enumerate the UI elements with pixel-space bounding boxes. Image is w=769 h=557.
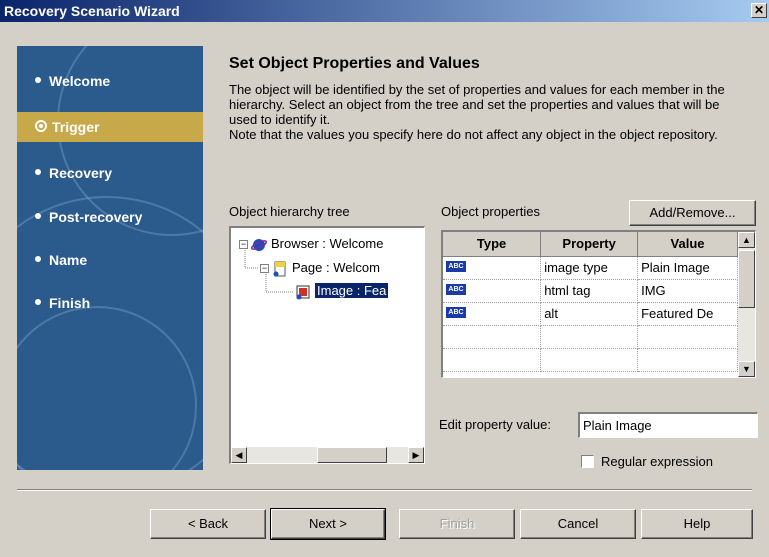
column-header-property[interactable]: Property (540, 232, 639, 257)
collapse-icon[interactable]: − (239, 240, 248, 250)
bullet-icon (35, 299, 41, 306)
regex-checkbox[interactable] (581, 455, 594, 468)
tree-node-label-selected: Image : Fea (315, 283, 389, 298)
finish-button[interactable]: Finish (399, 509, 515, 539)
table-row[interactable]: ABC alt Featured De (443, 302, 738, 326)
page-description: The object will be identified by the set… (229, 82, 749, 142)
regex-checkbox-label[interactable]: Regular expression (601, 454, 713, 469)
description-text: The object will be identified by the set… (229, 82, 725, 127)
column-header-value[interactable]: Value (637, 232, 738, 257)
footer-divider (17, 489, 752, 491)
add-remove-button[interactable]: Add/Remove... (629, 200, 756, 226)
value-cell: Featured De (637, 302, 738, 326)
tree-node-page[interactable]: − Page : Welcom (260, 260, 380, 277)
tree-node-image[interactable]: Image : Fea (295, 283, 389, 300)
scroll-up-arrow-icon[interactable]: ▲ (738, 232, 755, 248)
bullet-icon (35, 169, 41, 176)
bullet-icon (35, 213, 41, 220)
bullet-icon (35, 77, 41, 84)
page-title: Set Object Properties and Values (229, 55, 480, 72)
step-label: Finish (49, 295, 91, 311)
scroll-thumb[interactable] (317, 447, 387, 463)
string-type-icon: ABC (446, 284, 466, 295)
property-cell: image type (540, 256, 639, 280)
step-label: Post-recovery (49, 209, 143, 225)
step-label: Recovery (49, 165, 113, 181)
collapse-icon[interactable]: − (260, 264, 269, 274)
wizard-steps-panel: Welcome Trigger Recovery Post-recovery N… (17, 46, 203, 470)
step-label: Welcome (49, 73, 111, 89)
scroll-left-arrow-icon[interactable]: ◀ (231, 447, 247, 463)
type-cell: ABC (443, 302, 542, 326)
step-trigger: Trigger (17, 112, 203, 142)
scroll-right-arrow-icon[interactable]: ▶ (408, 447, 424, 463)
tree-node-label: Browser : Welcome (271, 236, 384, 251)
scroll-down-arrow-icon[interactable]: ▼ (738, 361, 755, 377)
description-note: Note that the values you specify here do… (229, 127, 718, 142)
table-row[interactable]: ABC html tag IMG (443, 279, 738, 303)
current-step-icon (35, 120, 47, 133)
string-type-icon: ABC (446, 261, 466, 272)
tree-label: Object hierarchy tree (229, 204, 350, 219)
window-title: Recovery Scenario Wizard (4, 3, 180, 19)
edit-value-input[interactable] (578, 412, 758, 438)
back-button[interactable]: < Back (150, 509, 266, 539)
step-label: Name (49, 252, 88, 268)
step-post-recovery: Post-recovery (17, 202, 203, 232)
step-label: Trigger (52, 119, 100, 135)
scroll-thumb[interactable] (738, 250, 755, 308)
table-row-empty (443, 325, 738, 349)
title-bar: Recovery Scenario Wizard ✕ (0, 0, 769, 22)
column-header-type[interactable]: Type (443, 232, 542, 257)
browser-icon (251, 238, 267, 251)
value-cell: IMG (637, 279, 738, 303)
properties-label: Object properties (441, 204, 540, 219)
string-type-icon: ABC (446, 307, 466, 318)
grid-vertical-scrollbar[interactable]: ▲ ▼ (738, 232, 755, 377)
image-icon (296, 285, 310, 300)
step-recovery: Recovery (17, 158, 203, 188)
step-welcome: Welcome (17, 66, 203, 96)
type-cell: ABC (443, 279, 542, 303)
properties-table: Type Property Value ABC image type Plain… (443, 232, 738, 372)
step-name: Name (17, 245, 203, 275)
cancel-button[interactable]: Cancel (520, 509, 636, 539)
bullet-icon (35, 256, 41, 263)
property-cell: alt (540, 302, 639, 326)
tree-node-browser[interactable]: − Browser : Welcome (239, 236, 383, 253)
close-button[interactable]: ✕ (751, 3, 767, 18)
step-finish: Finish (17, 288, 203, 318)
tree-horizontal-scrollbar[interactable]: ◀ ▶ (231, 447, 424, 463)
table-header-row: Type Property Value (443, 232, 738, 257)
table-row-empty (443, 348, 738, 372)
type-cell: ABC (443, 256, 542, 280)
edit-value-label: Edit property value: (439, 417, 552, 432)
value-cell: Plain Image (637, 256, 738, 280)
help-button[interactable]: Help (641, 509, 753, 539)
next-button[interactable]: Next > (270, 508, 386, 540)
recovery-scenario-wizard-window: Recovery Scenario Wizard ✕ Welcome Trigg… (0, 0, 769, 557)
tree-node-label: Page : Welcom (292, 260, 380, 275)
properties-grid[interactable]: Type Property Value ABC image type Plain… (441, 230, 756, 378)
page-icon (273, 261, 286, 277)
object-hierarchy-tree[interactable]: − Browser : Welcome − Page : Welcom Image … (229, 226, 425, 464)
property-cell: html tag (540, 279, 639, 303)
table-row[interactable]: ABC image type Plain Image (443, 256, 738, 280)
